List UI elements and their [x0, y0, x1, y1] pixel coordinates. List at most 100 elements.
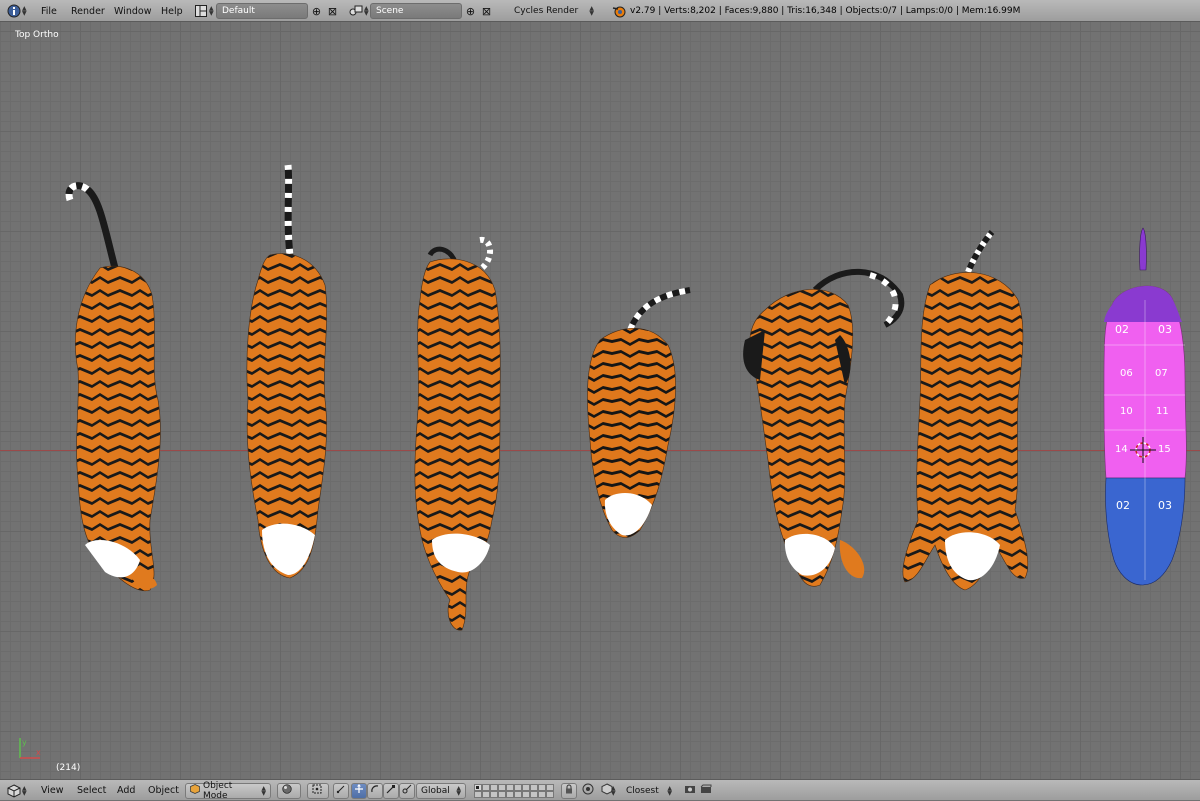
screen-layout-field[interactable]: Default — [216, 3, 308, 19]
tiger-5[interactable] — [743, 268, 905, 587]
editor-type-arrows-icon: ▲ ▼ — [22, 5, 27, 17]
svg-text:x: x — [36, 748, 41, 757]
layer-button[interactable] — [482, 790, 490, 798]
snap-target-dropdown[interactable]: Closest ▲ ▼ — [622, 783, 676, 799]
uv-label-03: 03 — [1158, 323, 1172, 336]
scene-arrows-icon: ▲ ▼ — [364, 5, 369, 17]
render-engine-label: Cycles Render — [514, 6, 579, 16]
menu-object[interactable]: Object — [148, 785, 179, 796]
manipulator-icon — [336, 784, 346, 797]
render-engine-arrows-icon: ▲ ▼ — [589, 5, 594, 17]
scale-alt-icon — [402, 784, 412, 797]
layer-button[interactable] — [522, 783, 530, 791]
uv-label-02-blue: 02 — [1116, 499, 1130, 512]
interaction-mode-dropdown[interactable]: Object Mode ▲ ▼ — [185, 780, 271, 801]
3d-view-editor-type-button[interactable]: ▲ ▼ — [6, 780, 27, 801]
translate-manipulator-button[interactable] — [351, 782, 367, 799]
rotate-manipulator-button[interactable] — [367, 782, 383, 799]
scene-statistics: v2.79 | Verts:8,202 | Faces:9,880 | Tris… — [630, 6, 1021, 16]
mode-arrows-icon: ▲ ▼ — [261, 784, 266, 797]
3d-viewport[interactable]: Top Ortho 02 03 06 07 10 11 14 15 02 03 … — [0, 22, 1200, 779]
layer-button[interactable] — [490, 783, 498, 791]
layer-button[interactable] — [514, 790, 522, 798]
viewport-shading-dropdown[interactable] — [277, 782, 301, 799]
tiger-3[interactable] — [414, 236, 501, 631]
manipulator-toggle-button[interactable] — [333, 782, 349, 799]
menu-help[interactable]: Help — [161, 6, 183, 17]
delete-scene-icon[interactable]: ⊠ — [480, 5, 493, 18]
layer-button[interactable] — [538, 790, 546, 798]
blender-logo-icon — [611, 3, 627, 19]
info-icon — [6, 3, 22, 19]
delete-screen-icon[interactable]: ⊠ — [326, 5, 339, 18]
layer-button[interactable] — [474, 790, 482, 798]
3d-view-header: ▲ ▼ View Select Add Object Object Mode ▲ ▼ — [0, 779, 1200, 801]
svg-text:y: y — [22, 738, 27, 747]
tiger-6[interactable] — [902, 230, 1029, 591]
scene-icon — [348, 3, 364, 19]
layer-button[interactable] — [546, 783, 554, 791]
layer-button[interactable] — [514, 783, 522, 791]
proportional-edit-button[interactable] — [580, 783, 596, 799]
rotate-arc-icon — [370, 784, 380, 797]
layer-button[interactable] — [522, 790, 530, 798]
layer-button[interactable] — [506, 783, 514, 791]
menu-add[interactable]: Add — [117, 785, 135, 796]
transform-orientation-label: Global — [421, 785, 450, 796]
scale-alt-manipulator-button[interactable] — [399, 782, 415, 799]
layer-button[interactable] — [530, 783, 538, 791]
layer-button[interactable] — [530, 790, 538, 798]
uv-label-03-blue: 03 — [1158, 499, 1172, 512]
menu-file[interactable]: File — [41, 6, 57, 17]
object-mode-icon — [190, 784, 200, 797]
screen-layout-browse-button[interactable]: ▲ ▼ — [193, 0, 214, 22]
layer-button[interactable] — [538, 783, 546, 791]
menu-view[interactable]: View — [41, 785, 64, 796]
scene-name-field[interactable]: Scene — [370, 3, 462, 19]
translate-arrow-icon — [354, 784, 364, 797]
3d-view-arrows-icon: ▲ ▼ — [22, 784, 27, 797]
uv-label-14: 14 — [1115, 444, 1128, 455]
snap-target-label: Closest — [626, 785, 659, 796]
tiger-1[interactable] — [65, 182, 161, 592]
opengl-render-image-button[interactable] — [682, 783, 698, 799]
layer-buttons[interactable] — [474, 783, 554, 798]
uv-label-10: 10 — [1120, 406, 1133, 417]
layout-grid-icon — [193, 3, 209, 19]
clapper-icon — [700, 784, 712, 797]
cube-view-icon — [6, 783, 22, 799]
interaction-mode-label: Object Mode — [203, 780, 233, 801]
layer-button[interactable] — [498, 783, 506, 791]
transform-orientation-dropdown[interactable]: Global ▲ ▼ — [416, 782, 466, 799]
add-scene-icon[interactable]: ⊕ — [464, 5, 477, 18]
scale-manipulator-button[interactable] — [383, 782, 399, 799]
layout-arrows-icon: ▲ ▼ — [209, 5, 214, 17]
menu-render[interactable]: Render — [71, 6, 105, 17]
orientation-arrows-icon: ▲ ▼ — [456, 784, 461, 797]
tiger-uv-checker[interactable]: 02 03 06 07 10 11 14 15 02 03 — [1103, 227, 1187, 586]
editor-type-button[interactable]: ▲ ▼ — [6, 0, 27, 22]
uv-label-07: 07 — [1155, 368, 1168, 379]
opengl-render-animation-button[interactable] — [698, 783, 714, 799]
scale-box-icon — [386, 784, 396, 797]
tiger-2[interactable] — [246, 164, 327, 579]
uv-label-06: 06 — [1120, 368, 1133, 379]
menu-window[interactable]: Window — [114, 6, 151, 17]
add-screen-icon[interactable]: ⊕ — [310, 5, 323, 18]
menu-select[interactable]: Select — [77, 785, 106, 796]
render-engine-dropdown[interactable]: Cycles Render ▲ ▼ — [510, 3, 598, 19]
layer-button[interactable] — [506, 790, 514, 798]
layer-button[interactable] — [498, 790, 506, 798]
lock-camera-button[interactable] — [561, 782, 577, 799]
layer-button[interactable] — [546, 790, 554, 798]
layer-button[interactable] — [482, 783, 490, 791]
camera-icon — [684, 784, 696, 797]
uv-label-11: 11 — [1156, 406, 1169, 417]
lock-icon — [564, 784, 574, 797]
pivot-point-dropdown[interactable] — [307, 782, 329, 799]
layer-button[interactable] — [490, 790, 498, 798]
scene-objects: 02 03 06 07 10 11 14 15 02 03 — [65, 164, 1187, 631]
layer-1-button[interactable] — [474, 783, 482, 791]
tiger-4[interactable] — [587, 287, 691, 538]
scene-browse-button[interactable]: ▲ ▼ — [348, 0, 369, 22]
